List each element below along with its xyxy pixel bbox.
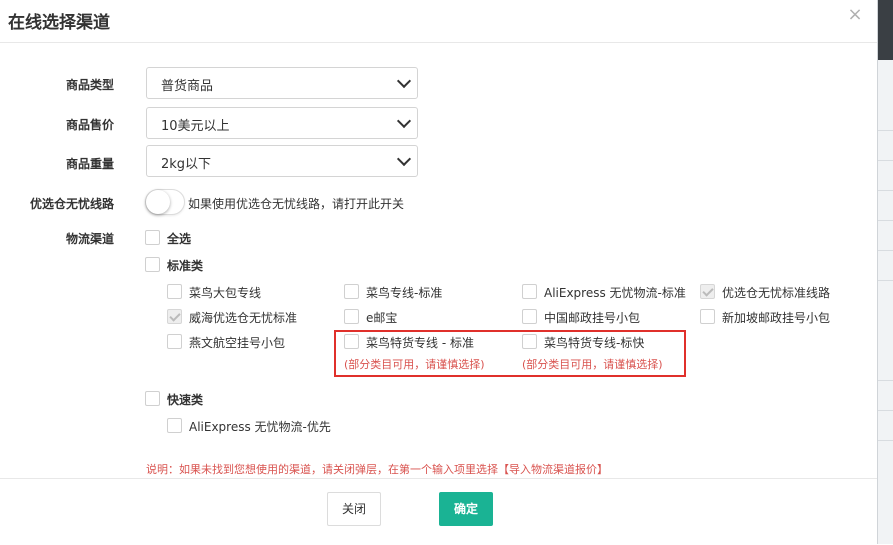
highlight-annotation-box <box>334 330 686 377</box>
chevron-down-icon <box>396 151 412 167</box>
background-page-edge <box>877 0 893 544</box>
background-divider <box>878 280 893 281</box>
background-divider <box>878 160 893 161</box>
product-weight-label: 商品重量 <box>65 157 114 171</box>
channel-checkbox[interactable] <box>167 309 182 324</box>
product-type-label: 商品类型 <box>65 78 114 92</box>
background-divider <box>878 190 893 191</box>
product-weight-select[interactable]: 2kg以下 <box>146 145 418 177</box>
product-price-label: 商品售价 <box>65 118 114 132</box>
channel-label: 优选仓无忧标准线路 <box>722 286 831 300</box>
background-divider <box>878 220 893 221</box>
product-type-value: 普货商品 <box>161 79 214 94</box>
channel-checkbox[interactable] <box>344 309 359 324</box>
channel-label: 菜鸟专线-标准 <box>366 286 443 300</box>
express-group-checkbox[interactable] <box>145 391 160 406</box>
product-type-select[interactable]: 普货商品 <box>146 67 418 99</box>
channel-label: AliExpress 无忧物流-标准 <box>544 286 686 300</box>
select-all-label: 全选 <box>167 232 192 246</box>
background-divider <box>878 130 893 131</box>
preferred-route-label: 优选仓无忧线路 <box>29 197 114 211</box>
logistics-label: 物流渠道 <box>65 232 114 246</box>
dialog-header: 在线选择渠道 × <box>0 0 877 43</box>
chevron-down-icon <box>396 73 412 89</box>
channel-label: e邮宝 <box>366 311 398 325</box>
product-price-value: 10美元以上 <box>161 119 230 134</box>
channel-checkbox[interactable] <box>700 309 715 324</box>
background-divider <box>878 380 893 381</box>
select-all-checkbox[interactable] <box>145 230 160 245</box>
background-header-block <box>878 0 893 60</box>
preferred-route-hint: 如果使用优选仓无忧线路，请打开此开关 <box>188 197 405 211</box>
background-divider <box>878 440 893 441</box>
chevron-down-icon <box>396 113 412 129</box>
instruction-note: 说明：如果未找到您想使用的渠道，请关闭弹层，在第一个输入项里选择【导入物流渠道报… <box>146 463 608 476</box>
preferred-route-toggle[interactable] <box>145 189 185 215</box>
channel-label: 菜鸟大包专线 <box>189 286 262 300</box>
dialog-title: 在线选择渠道 <box>8 13 110 33</box>
channel-checkbox[interactable] <box>522 309 537 324</box>
product-price-select[interactable]: 10美元以上 <box>146 107 418 139</box>
channel-select-dialog: 在线选择渠道 × 商品类型 普货商品 商品售价 10美元以上 商品重量 2kg以… <box>0 0 878 544</box>
close-button[interactable]: 关闭 <box>327 492 381 526</box>
express-group-label: 快速类 <box>167 393 204 407</box>
channel-label: 中国邮政挂号小包 <box>544 311 641 325</box>
channel-checkbox[interactable] <box>700 284 715 299</box>
channel-label: 新加坡邮政挂号小包 <box>722 311 831 325</box>
channel-label: AliExpress 无忧物流-优先 <box>189 420 331 434</box>
channel-label: 燕文航空挂号小包 <box>189 336 286 350</box>
confirm-button[interactable]: 确定 <box>439 492 493 526</box>
toggle-knob <box>146 190 170 214</box>
product-weight-value: 2kg以下 <box>161 157 212 172</box>
background-divider <box>878 410 893 411</box>
channel-label: 威海优选仓无忧标准 <box>189 311 298 325</box>
channel-checkbox[interactable] <box>344 284 359 299</box>
standard-group-label: 标准类 <box>167 259 204 273</box>
background-divider <box>878 250 893 251</box>
channel-checkbox[interactable] <box>522 284 537 299</box>
standard-group-checkbox[interactable] <box>145 257 160 272</box>
close-icon[interactable]: × <box>846 4 864 26</box>
channel-checkbox[interactable] <box>167 334 182 349</box>
channel-checkbox[interactable] <box>167 418 182 433</box>
channel-checkbox[interactable] <box>167 284 182 299</box>
